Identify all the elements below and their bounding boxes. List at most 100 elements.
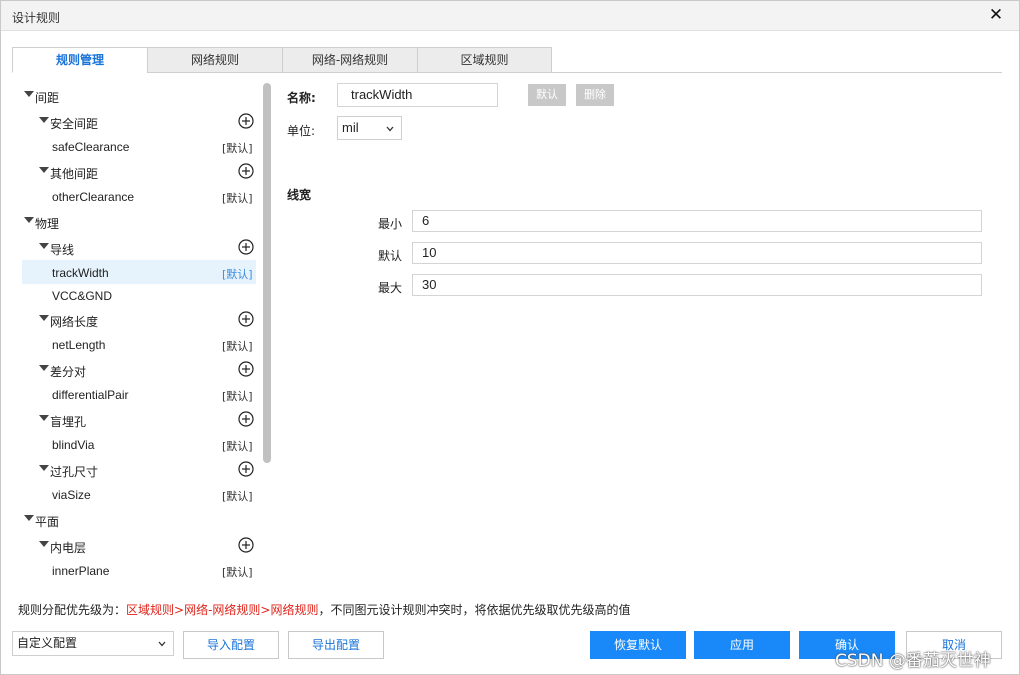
caret-down-icon[interactable] [39, 415, 49, 421]
tree-group-item[interactable]: 其他间距 [12, 159, 262, 183]
chevron-down-icon [386, 126, 394, 132]
tree-item-label: blindVia [52, 438, 95, 452]
tree-group-item[interactable]: 导线 [12, 235, 262, 259]
import-config-button[interactable]: 导入配置 [183, 631, 279, 659]
max-label: 最大 [378, 281, 403, 295]
add-circle-icon[interactable] [238, 239, 254, 255]
caret-down-icon[interactable] [39, 365, 49, 371]
default-badge: [默认] [222, 490, 253, 503]
caret-down-icon[interactable] [39, 243, 49, 249]
tree-scrollbar-thumb[interactable] [263, 83, 271, 463]
tree-group-item[interactable]: 平面 [12, 507, 262, 531]
tree-group-item[interactable]: 内电层 [12, 533, 262, 557]
title-bar: 设计规则 ✕ [1, 1, 1019, 31]
caret-down-icon[interactable] [24, 217, 34, 223]
apply-button[interactable]: 应用 [694, 631, 790, 659]
min-width-input[interactable]: 6 [412, 210, 982, 232]
tree-leaf-item[interactable]: differentialPair [默认] [12, 382, 262, 406]
tree-item-label: netLength [52, 338, 106, 352]
design-rules-dialog: 设计规则 ✕ 规则管理 网络规则 网络-网络规则 区域规则 间距安全间距 safe… [0, 0, 1020, 675]
priority-order: 区域规则>网络-网络规则>网络规则 [126, 603, 319, 617]
delete-button[interactable]: 删除 [576, 84, 614, 106]
tab-net-rules[interactable]: 网络规则 [147, 47, 283, 73]
set-default-button[interactable]: 默认 [528, 84, 566, 106]
add-circle-icon[interactable] [238, 311, 254, 327]
config-select-value: 自定义配置 [17, 636, 78, 650]
caret-down-icon[interactable] [39, 315, 49, 321]
add-circle-icon[interactable] [238, 461, 254, 477]
max-width-input[interactable]: 30 [412, 274, 982, 296]
tree-leaf-item[interactable]: otherClearance [默认] [12, 184, 262, 208]
tab-region-rules[interactable]: 区域规则 [417, 47, 552, 73]
tree-item-label: trackWidth [52, 266, 109, 280]
add-circle-icon[interactable] [238, 361, 254, 377]
default-width-input[interactable]: 10 [412, 242, 982, 264]
tree-leaf-item[interactable]: blindVia [默认] [12, 432, 262, 456]
tree-leaf-item[interactable]: VCC&GND [12, 283, 262, 307]
tree-item-label: 物理 [35, 217, 60, 231]
tree-item-label: 盲埋孔 [50, 415, 87, 429]
tree-leaf-item[interactable]: safeClearance [默认] [12, 134, 262, 158]
tree-group-item[interactable]: 差分对 [12, 357, 262, 381]
add-circle-icon[interactable] [238, 163, 254, 179]
unit-select[interactable]: mil [337, 116, 402, 140]
window-title: 设计规则 [12, 11, 61, 25]
tab-rule-management[interactable]: 规则管理 [12, 47, 148, 73]
export-config-button[interactable]: 导出配置 [288, 631, 384, 659]
unit-label: 单位: [287, 124, 316, 138]
default-badge: [默认] [222, 390, 253, 403]
tree-leaf-item[interactable]: viaSize [默认] [12, 482, 262, 506]
tree-leaf-item[interactable]: netLength [默认] [12, 332, 262, 356]
tree-item-label: otherClearance [52, 190, 135, 204]
tree-group-item[interactable]: 安全间距 [12, 109, 262, 133]
section-title-track-width: 线宽 [287, 188, 312, 202]
tree-item-label: 安全间距 [50, 117, 99, 131]
tree-item-label: 内电层 [50, 541, 87, 555]
priority-note: 规则分配优先级为：区域规则>网络-网络规则>网络规则，不同图元设计规则冲突时，将… [18, 601, 630, 618]
priority-suffix: ，不同图元设计规则冲突时，将依据优先级取优先级高的值 [318, 603, 631, 617]
close-icon[interactable]: ✕ [985, 4, 1007, 26]
add-circle-icon[interactable] [238, 537, 254, 553]
tree-item-label: 平面 [35, 515, 60, 529]
default-badge: [默认] [222, 142, 253, 155]
tree-group-item[interactable]: 物理 [12, 209, 262, 233]
default-badge: [默认] [222, 440, 253, 453]
default-badge: [默认] [222, 340, 253, 353]
name-input[interactable]: trackWidth [337, 83, 498, 107]
default-label: 默认 [378, 249, 403, 263]
chevron-down-icon [158, 641, 166, 647]
name-label: 名称: [287, 91, 316, 105]
tree-group-item[interactable]: 网络长度 [12, 307, 262, 331]
tab-net-net-rules[interactable]: 网络-网络规则 [282, 47, 418, 73]
watermark: CSDN @番茄灭世神 [835, 651, 991, 671]
tab-divider [147, 72, 1002, 73]
config-select[interactable]: 自定义配置 [12, 631, 174, 656]
tree-item-label: safeClearance [52, 140, 130, 154]
tree-item-label: 过孔尺寸 [50, 465, 99, 479]
tree-group-item[interactable]: 间距 [12, 83, 262, 107]
default-badge: [默认] [222, 268, 253, 281]
tree-item-label: 间距 [35, 91, 60, 105]
tree-leaf-item[interactable]: innerPlane [默认] [12, 558, 262, 582]
restore-default-button[interactable]: 恢复默认 [590, 631, 686, 659]
tree-item-label: VCC&GND [52, 289, 113, 303]
caret-down-icon[interactable] [39, 465, 49, 471]
default-badge: [默认] [222, 192, 253, 205]
min-label: 最小 [378, 217, 403, 231]
tree-item-label: 导线 [50, 243, 75, 257]
tree-item-label: innerPlane [52, 564, 110, 578]
caret-down-icon[interactable] [24, 91, 34, 97]
rule-tree: 间距安全间距 safeClearance [默认] 其他间距 otherClearanc… [12, 81, 262, 589]
caret-down-icon[interactable] [24, 515, 34, 521]
caret-down-icon[interactable] [39, 541, 49, 547]
tree-leaf-item[interactable]: trackWidth [默认] [22, 260, 256, 284]
add-circle-icon[interactable] [238, 411, 254, 427]
tree-item-label: 其他间距 [50, 167, 99, 181]
tree-item-label: viaSize [52, 488, 91, 502]
tree-group-item[interactable]: 盲埋孔 [12, 407, 262, 431]
tree-item-label: differentialPair [52, 388, 129, 402]
caret-down-icon[interactable] [39, 167, 49, 173]
tree-group-item[interactable]: 过孔尺寸 [12, 457, 262, 481]
caret-down-icon[interactable] [39, 117, 49, 123]
add-circle-icon[interactable] [238, 113, 254, 129]
